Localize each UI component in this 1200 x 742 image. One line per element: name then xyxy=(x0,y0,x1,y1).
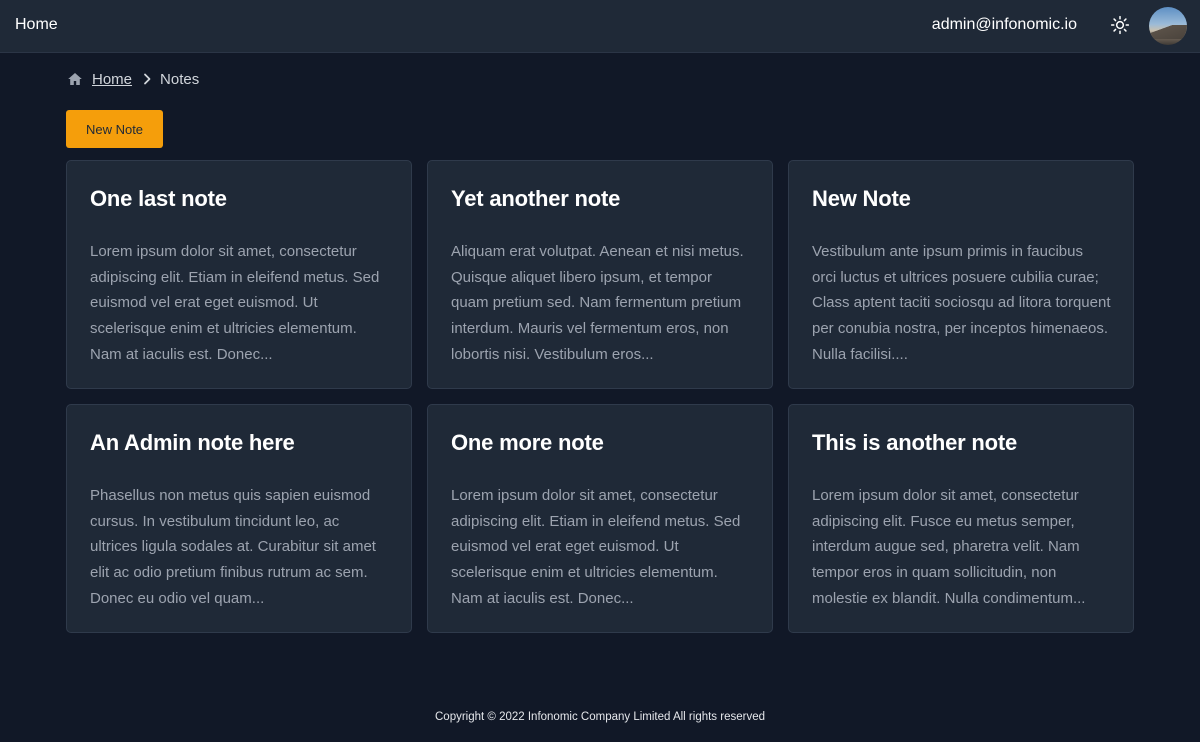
home-icon xyxy=(68,73,82,85)
note-title: An Admin note here xyxy=(90,430,295,455)
top-nav-bar: Home admin@infonomic.io xyxy=(0,0,1200,53)
note-title: New Note xyxy=(812,186,911,211)
note-card[interactable]: This is another note Lorem ipsum dolor s… xyxy=(788,404,1134,633)
breadcrumb: Home Notes xyxy=(67,70,199,88)
avatar-image xyxy=(1149,25,1187,39)
footer-copyright: Copyright © 2022 Infonomic Company Limit… xyxy=(435,711,765,723)
note-excerpt: Lorem ipsum dolor sit amet, consectetur … xyxy=(451,487,741,607)
note-title: One more note xyxy=(451,430,604,455)
sun-icon[interactable] xyxy=(1108,13,1132,37)
new-note-button[interactable]: New Note xyxy=(66,110,163,148)
note-title: Yet another note xyxy=(451,186,621,211)
avatar[interactable] xyxy=(1149,7,1187,45)
note-card[interactable]: One last note Lorem ipsum dolor sit amet… xyxy=(66,160,412,389)
note-excerpt: Lorem ipsum dolor sit amet, consectetur … xyxy=(812,487,1086,607)
note-card[interactable]: New Note Vestibulum ante ipsum primis in… xyxy=(788,160,1134,389)
note-title: One last note xyxy=(90,186,227,211)
notes-grid: One last note Lorem ipsum dolor sit amet… xyxy=(66,160,1134,633)
note-card[interactable]: An Admin note here Phasellus non metus q… xyxy=(66,404,412,633)
note-card[interactable]: One more note Lorem ipsum dolor sit amet… xyxy=(427,404,773,633)
note-excerpt: Lorem ipsum dolor sit amet, consectetur … xyxy=(90,243,380,363)
brand-home-link[interactable]: Home xyxy=(15,16,58,34)
note-title: This is another note xyxy=(812,430,1018,455)
user-email: admin@infonomic.io xyxy=(931,16,1077,33)
note-excerpt: Phasellus non metus quis sapien euismod … xyxy=(90,487,376,607)
note-card[interactable]: Yet another note Aliquam erat volutpat. … xyxy=(427,160,773,389)
chevron-right-icon xyxy=(144,73,151,85)
breadcrumb-home-link[interactable]: Home xyxy=(92,71,132,88)
note-excerpt: Aliquam erat volutpat. Aenean et nisi me… xyxy=(451,243,744,363)
note-excerpt: Vestibulum ante ipsum primis in faucibus… xyxy=(812,243,1111,363)
breadcrumb-current: Notes xyxy=(160,70,200,88)
